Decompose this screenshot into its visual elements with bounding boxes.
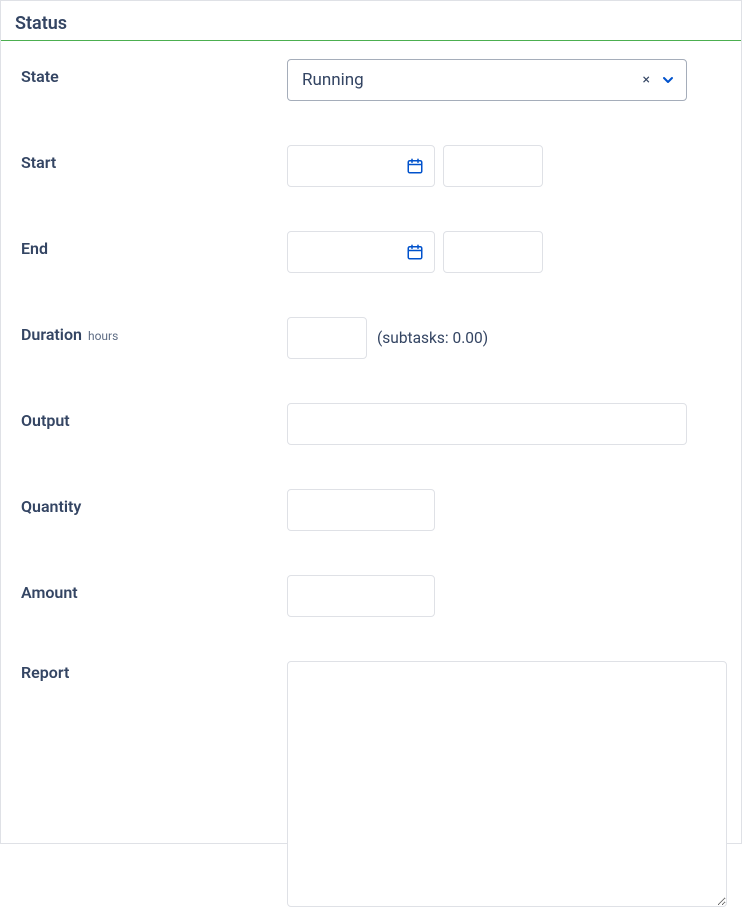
state-select-value: Running xyxy=(302,70,637,90)
duration-unit: hours xyxy=(88,329,118,343)
duration-row: Duration hours (subtasks: 0.00) xyxy=(15,317,727,359)
status-form: State Running × Start End xyxy=(1,41,741,907)
duration-hint: (subtasks: 0.00) xyxy=(377,329,488,347)
start-row: Start xyxy=(15,145,727,187)
chevron-down-icon[interactable] xyxy=(656,72,678,88)
amount-row: Amount xyxy=(15,575,727,617)
start-time-input[interactable] xyxy=(443,145,543,187)
output-row: Output xyxy=(15,403,727,445)
end-label: End xyxy=(15,231,287,258)
output-label: Output xyxy=(15,403,287,430)
quantity-row: Quantity xyxy=(15,489,727,531)
end-row: End xyxy=(15,231,727,273)
clear-icon[interactable]: × xyxy=(637,68,656,92)
state-select[interactable]: Running × xyxy=(287,59,687,101)
end-time-input[interactable] xyxy=(443,231,543,273)
report-textarea[interactable] xyxy=(287,661,727,907)
quantity-input[interactable] xyxy=(287,489,435,531)
start-date-field[interactable] xyxy=(298,158,406,175)
report-label: Report xyxy=(15,661,287,682)
amount-label: Amount xyxy=(15,575,287,602)
start-date-input[interactable] xyxy=(287,145,435,187)
state-label: State xyxy=(15,59,287,86)
duration-input[interactable] xyxy=(287,317,367,359)
report-row: Report xyxy=(15,661,727,907)
duration-label-text: Duration xyxy=(21,325,82,344)
calendar-icon[interactable] xyxy=(406,157,424,175)
section-title: Status xyxy=(1,1,741,41)
end-date-input[interactable] xyxy=(287,231,435,273)
output-input[interactable] xyxy=(287,403,687,445)
amount-input[interactable] xyxy=(287,575,435,617)
duration-label: Duration hours xyxy=(15,317,287,344)
state-row: State Running × xyxy=(15,59,727,101)
quantity-label: Quantity xyxy=(15,489,287,516)
calendar-icon[interactable] xyxy=(406,243,424,261)
start-label: Start xyxy=(15,145,287,172)
end-date-field[interactable] xyxy=(298,244,406,261)
